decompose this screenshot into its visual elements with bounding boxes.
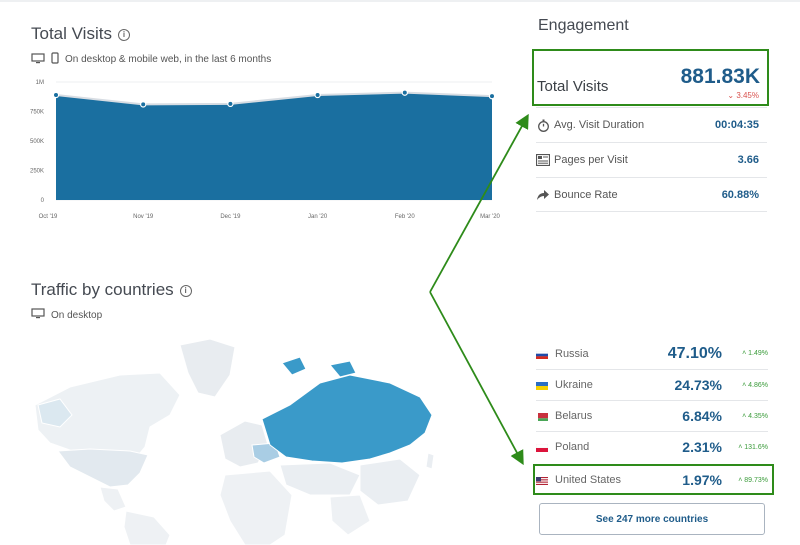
visits-area (56, 92, 492, 200)
total-visits-label: Total Visits (537, 78, 609, 95)
chevron-up-icon: ˄ (742, 381, 747, 389)
map-central-asia (279, 462, 361, 496)
metric-value: 60.88% (721, 188, 759, 201)
metric-row-avg-duration: Avg. Visit Duration 00:04:35 (536, 107, 767, 142)
map-usa (57, 448, 149, 488)
map-japan (425, 452, 435, 470)
map-russia-north (329, 360, 357, 378)
info-icon[interactable]: i (117, 28, 130, 41)
metric-label: Bounce Rate (554, 188, 618, 201)
country-change: ˄ 131.6% (738, 443, 768, 451)
data-point (401, 89, 408, 96)
total-visits-change: ⌄ 3.45% (727, 91, 759, 100)
chevron-up-icon: ˄ (738, 443, 743, 451)
country-name: Poland (555, 441, 590, 453)
data-point (52, 91, 60, 99)
country-change: ˄ 4.86% (742, 381, 768, 389)
total-visits-chart: 0 250K 500K 750K 1M Oct '19 Nov '19 Dec '19 Jan … (30, 80, 500, 220)
map-russia (261, 374, 433, 464)
chevron-up-icon: ˄ (742, 412, 747, 420)
top-divider (0, 0, 800, 2)
metric-label: Avg. Visit Duration (554, 119, 645, 131)
y-tick-label: 1M (36, 80, 44, 86)
russia-flag-icon (535, 350, 549, 359)
map-south-asia (329, 494, 371, 536)
see-more-countries-button[interactable]: See 247 more countries (539, 503, 765, 535)
country-row-poland[interactable]: Poland 2.31% ˄ 131.6% (535, 431, 768, 462)
country-change: ˄ 1.49% (742, 350, 768, 357)
country-row-belarus[interactable]: Belarus 6.84% ˄ 4.35% (536, 400, 768, 431)
metric-value: 3.66 (737, 154, 759, 166)
x-tick-label: Feb '20 (395, 214, 415, 220)
country-name: Belarus (555, 410, 593, 422)
ukraine-flag-icon (536, 381, 548, 390)
chevron-down-icon: ⌄ (727, 91, 735, 100)
x-tick-label: Mar '20 (480, 214, 500, 220)
data-point (139, 101, 147, 108)
country-share: 47.10% (667, 344, 722, 362)
world-map[interactable] (30, 335, 500, 545)
x-tick-label: Dec '19 (220, 214, 241, 220)
metric-label: Pages per Visit (554, 154, 628, 166)
subtitle-text: On desktop & mobile web, in the last 6 m… (65, 54, 272, 65)
metric-value: 00:04:35 (714, 119, 759, 131)
data-point (227, 100, 234, 108)
y-tick-label: 500K (30, 139, 44, 145)
metric-row-pages-per-visit: Pages per Visit 3.66 (536, 142, 767, 177)
y-tick-label: 750K (30, 110, 44, 116)
subtitle-text: On desktop (51, 309, 103, 321)
country-share: 6.84% (682, 408, 722, 424)
map-south-america (123, 510, 171, 545)
country-share: 2.31% (682, 439, 722, 455)
y-tick-label: 0 (41, 198, 45, 204)
stopwatch-icon (536, 118, 550, 132)
x-tick-label: Oct '19 (39, 214, 58, 220)
country-name: Russia (555, 347, 589, 360)
total-visits-value: 881.83K (680, 65, 760, 88)
country-share: 24.73% (674, 377, 722, 393)
info-icon[interactable]: i (179, 284, 192, 297)
map-east-asia (359, 458, 421, 506)
data-point (488, 92, 496, 100)
country-change: ˄ 4.35% (742, 412, 768, 420)
belarus-flag-icon (536, 412, 548, 421)
traffic-heading: Traffic by countries i (31, 280, 192, 300)
country-row-russia[interactable]: Russia 47.10% ˄ 1.49% (535, 338, 768, 369)
country-name: Ukraine (555, 379, 593, 391)
x-tick-label: Nov '19 (133, 214, 154, 220)
total-visits-subtitle: On desktop & mobile web, in the last 6 m… (31, 52, 271, 67)
poland-flag-icon (535, 443, 549, 452)
data-point (314, 91, 321, 99)
metric-row-bounce-rate: Bounce Rate 60.88% (536, 177, 767, 212)
x-tick-label: Jan '20 (308, 214, 328, 220)
desktop-icon (31, 308, 45, 322)
united-states-highlight (533, 464, 774, 495)
pages-icon (536, 153, 550, 167)
total-visits-heading: Total Visits i (31, 24, 130, 44)
engagement-heading: Engagement (538, 17, 629, 34)
desktop-icon (31, 52, 45, 67)
traffic-subtitle: On desktop (31, 308, 102, 322)
country-row-ukraine[interactable]: Ukraine 24.73% ˄ 4.86% (536, 369, 768, 400)
chevron-up-icon: ˄ (742, 350, 747, 357)
y-tick-label: 250K (30, 169, 44, 175)
map-africa (219, 470, 293, 545)
map-central-america (99, 486, 127, 512)
map-greenland (179, 338, 236, 398)
map-russia-islands (281, 356, 307, 376)
mobile-icon (51, 52, 59, 67)
bounce-arrow-icon (536, 188, 550, 202)
